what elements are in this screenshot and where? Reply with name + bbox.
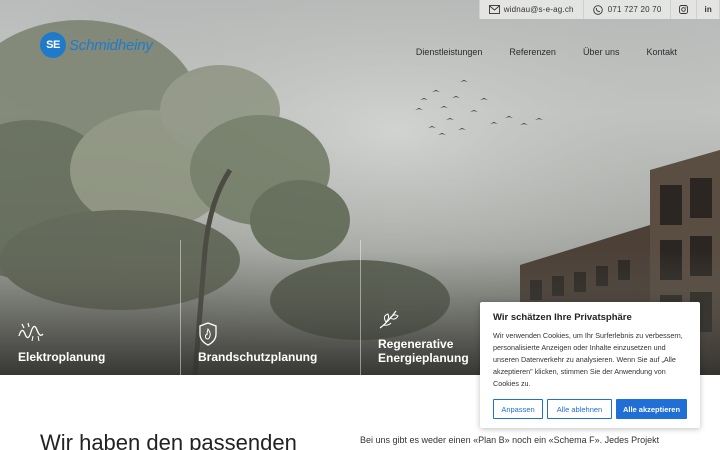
phone-icon xyxy=(593,4,604,15)
accept-all-button[interactable]: Alle akzeptieren xyxy=(616,399,687,419)
email-text: widnau@s-e-ag.ch xyxy=(503,5,574,14)
linkedin-icon: in xyxy=(704,5,712,14)
email-link[interactable]: widnau@s-e-ag.ch xyxy=(480,0,584,19)
service-regenerative-energieplanung[interactable]: Regenerative Energieplanung xyxy=(360,240,480,375)
instagram-icon xyxy=(678,4,689,15)
envelope-icon xyxy=(488,4,500,15)
page-headline: Wir haben den passenden xyxy=(40,430,297,450)
customize-button[interactable]: Anpassen xyxy=(493,399,543,419)
phone-link[interactable]: 071 727 20 70 xyxy=(584,0,672,19)
main-nav: Dienstleistungen Referenzen Über uns Kon… xyxy=(389,47,677,57)
cookie-text: Wir verwenden Cookies, um Ihr Surferlebn… xyxy=(493,331,683,388)
cookie-buttons: Anpassen Alle ablehnen Alle akzeptieren xyxy=(493,399,687,419)
company-logo[interactable]: SE Schmidheiny xyxy=(40,32,153,58)
intro-text: Bei uns gibt es weder einen «Plan B» noc… xyxy=(360,435,660,445)
service-title: Brandschutzplanung xyxy=(198,350,318,364)
instagram-link[interactable] xyxy=(671,0,698,19)
cookie-title: Wir schätzen Ihre Privatsphäre xyxy=(493,312,632,323)
service-title-line1: Regenerative xyxy=(378,337,454,351)
contact-bar: widnau@s-e-ag.ch 071 727 20 70 in xyxy=(478,0,720,19)
service-elektroplanung[interactable]: Elektroplanung xyxy=(0,240,180,375)
column-divider xyxy=(180,240,181,375)
nav-item-kontakt[interactable]: Kontakt xyxy=(646,47,677,57)
logo-name: Schmidheiny xyxy=(69,36,153,54)
logo-mark: SE xyxy=(40,32,66,58)
service-brandschutzplanung[interactable]: Brandschutzplanung xyxy=(180,240,360,375)
column-divider xyxy=(360,240,361,375)
phone-text: 071 727 20 70 xyxy=(607,5,662,14)
linkedin-link[interactable]: in xyxy=(697,0,720,19)
service-title-line2: Energieplanung xyxy=(378,351,469,365)
service-title: Elektroplanung xyxy=(18,350,106,364)
nav-item-ueber-uns[interactable]: Über uns xyxy=(583,47,620,57)
leaf-branch-icon xyxy=(378,308,400,335)
service-title: Regenerative Energieplanung xyxy=(378,337,469,365)
cookie-consent-dialog: Wir schätzen Ihre Privatsphäre Wir verwe… xyxy=(480,302,700,428)
electric-wave-icon xyxy=(18,322,44,347)
nav-item-dienstleistungen[interactable]: Dienstleistungen xyxy=(416,47,483,57)
reject-all-button[interactable]: Alle ablehnen xyxy=(547,399,612,419)
fire-shield-icon xyxy=(198,322,218,351)
nav-item-referenzen[interactable]: Referenzen xyxy=(509,47,556,57)
